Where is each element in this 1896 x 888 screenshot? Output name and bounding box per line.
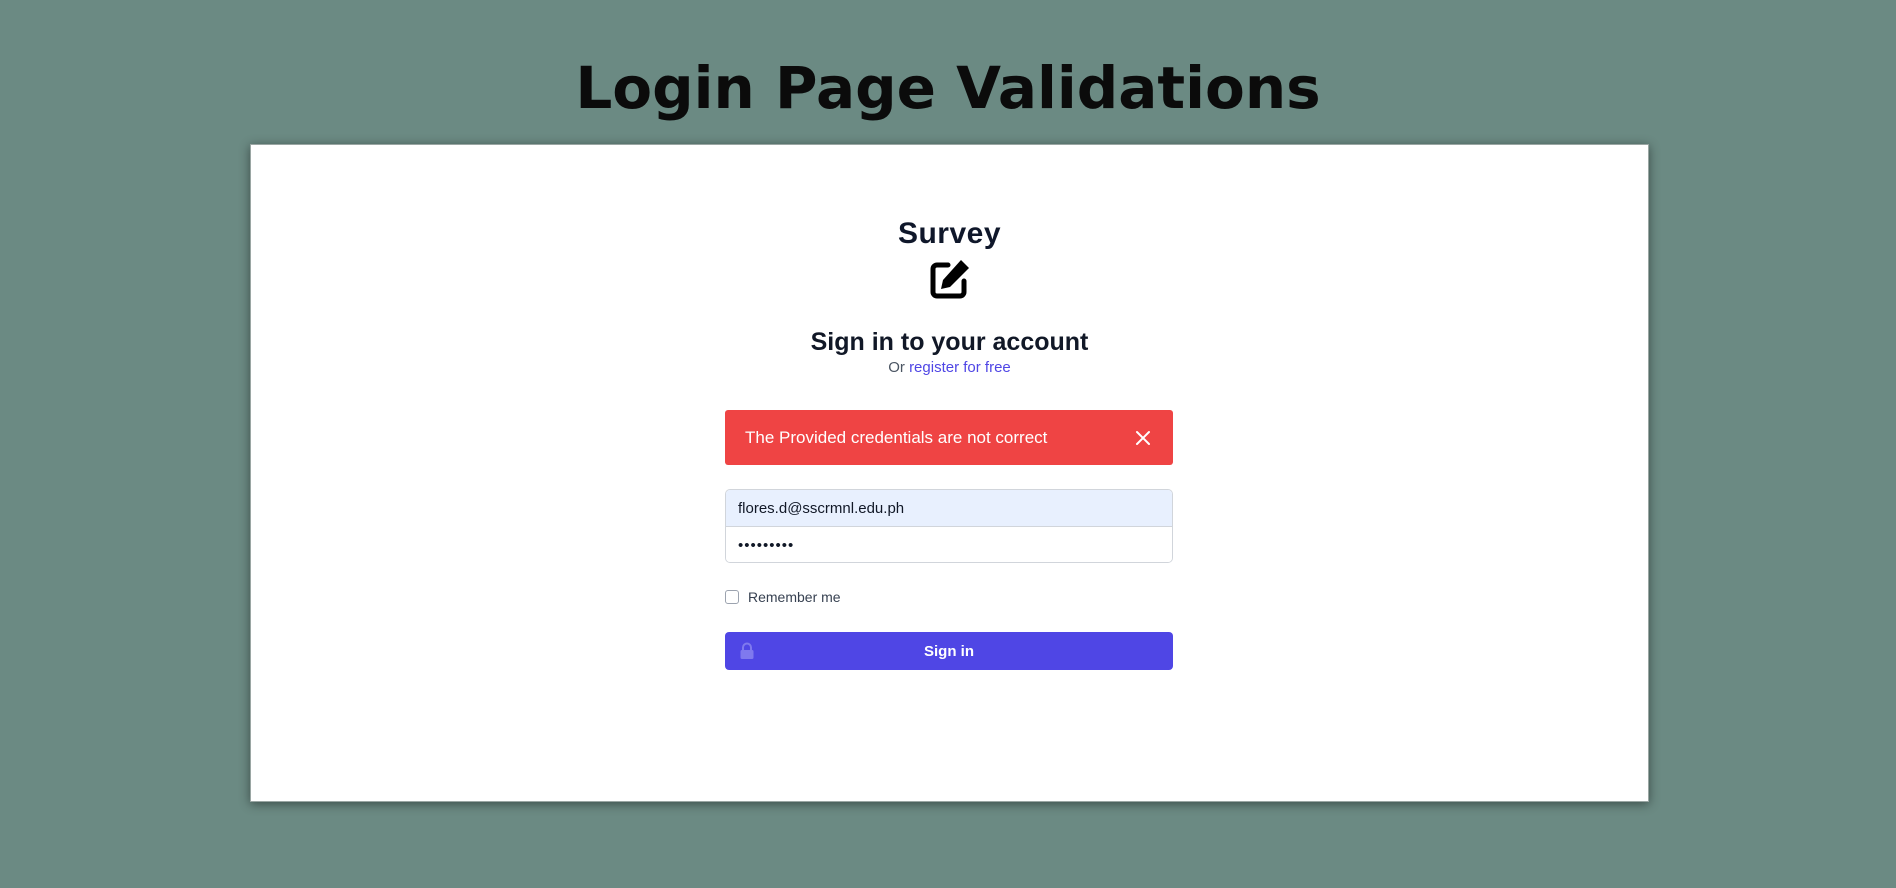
register-link[interactable]: register for free xyxy=(909,359,1011,376)
close-icon[interactable] xyxy=(1133,428,1153,448)
error-message: The Provided credentials are not correct xyxy=(745,427,1048,447)
remember-me: Remember me xyxy=(725,588,841,606)
password-field[interactable] xyxy=(726,527,1172,562)
error-alert: The Provided credentials are not correct xyxy=(725,410,1173,465)
signin-label: Sign in xyxy=(924,642,974,660)
email-field[interactable] xyxy=(726,490,1172,527)
page-title: Login Page Validations xyxy=(575,54,1321,122)
credentials-group xyxy=(725,489,1173,563)
remember-checkbox[interactable] xyxy=(725,590,739,604)
remember-label: Remember me xyxy=(748,589,841,605)
subheading-prefix: Or xyxy=(888,359,905,376)
edit-icon xyxy=(930,260,969,299)
signin-subheading: Or register for free xyxy=(251,358,1648,378)
brand-name: Survey xyxy=(897,217,1002,250)
signin-button[interactable]: Sign in xyxy=(725,632,1173,670)
signin-heading: Sign in to your account xyxy=(810,328,1089,356)
login-frame: Survey Sign in to your account Or regist… xyxy=(250,144,1649,802)
lock-icon xyxy=(740,642,754,659)
